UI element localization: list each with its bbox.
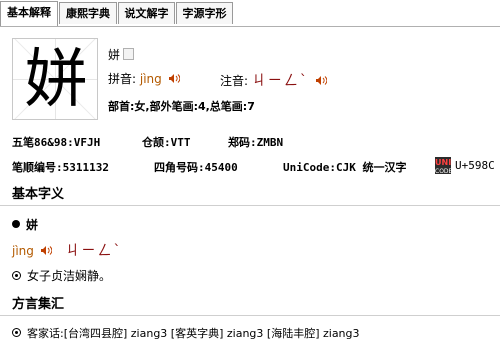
- wubi-code: 五笔86&98:VFJH: [12, 136, 101, 149]
- character-box: 姘: [12, 38, 98, 120]
- stroke-order-number: 笔顺编号:5311132: [12, 161, 109, 174]
- unicode-badge-icon: UNI CODE: [435, 157, 453, 175]
- speaker-icon[interactable]: [315, 75, 327, 86]
- definition-line: 女子贞洁娴静。: [12, 267, 111, 284]
- bullet-icon: [12, 220, 20, 228]
- speaker-icon[interactable]: [40, 245, 52, 256]
- tab-bar: 基本解释 康熙字典 说文解字 字源字形: [0, 0, 500, 27]
- tab-shuowen-jiezi[interactable]: 说文解字: [118, 2, 175, 24]
- four-corner-code: 四角号码:45400: [154, 161, 238, 174]
- pinyin-value: jìng: [139, 72, 162, 86]
- basic-pinyin: jìng: [12, 244, 34, 258]
- unicode-codepoint: U+598C: [455, 159, 495, 172]
- copy-icon[interactable]: [123, 48, 135, 60]
- large-character: 姘: [24, 43, 88, 117]
- circle-bullet-icon: [12, 271, 21, 280]
- tab-character-origin[interactable]: 字源字形: [176, 2, 233, 24]
- zhuyin-label: 注音:: [220, 74, 249, 88]
- small-character: 姘: [108, 46, 135, 63]
- radical-info: 部首:女,部外笔画:4,总笔画:7: [108, 100, 255, 113]
- basic-char: 姘: [26, 218, 39, 232]
- zhuyin-value: ㄐㄧㄥˋ: [251, 73, 309, 89]
- circle-bullet-icon: [12, 328, 21, 337]
- zhengma-code: 郑码:ZMBN: [228, 136, 284, 149]
- dialect-text: 客家话:[台湾四县腔] ziang3 [客英字典] ziang3 [海陆丰腔] …: [27, 327, 360, 340]
- pinyin-label: 拼音:: [108, 72, 137, 86]
- cangjie-code: 仓颉:VTT: [142, 136, 191, 149]
- dialect-title: 方言集汇: [12, 297, 65, 312]
- basic-meaning-title: 基本字义: [12, 187, 65, 202]
- unicode-info: UniCode:CJK 统一汉字: [283, 161, 407, 174]
- dialect-line: 客家话:[台湾四县腔] ziang3 [客英字典] ziang3 [海陆丰腔] …: [12, 325, 360, 341]
- basic-char-line: 姘: [12, 216, 38, 233]
- pinyin-line: 拼音: jìng: [108, 70, 180, 87]
- divider: [0, 315, 500, 316]
- basic-pronunciation: jìng ㄐㄧㄥˋ: [12, 240, 123, 260]
- divider: [0, 205, 500, 206]
- small-character-text: 姘: [108, 48, 121, 62]
- basic-zhuyin: ㄐㄧㄥˋ: [65, 243, 123, 259]
- definition-text: 女子贞洁娴静。: [27, 269, 112, 283]
- tab-kangxi-dictionary[interactable]: 康熙字典: [59, 2, 117, 24]
- zhuyin-line: 注音: ㄐㄧㄥˋ: [220, 70, 327, 90]
- tab-basic-explanation[interactable]: 基本解释: [0, 1, 58, 26]
- speaker-icon[interactable]: [168, 73, 180, 84]
